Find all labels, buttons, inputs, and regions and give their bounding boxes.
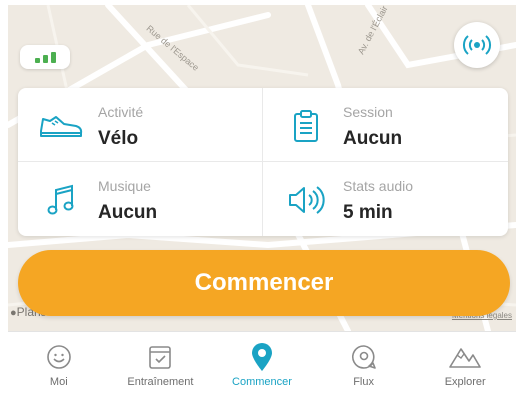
live-broadcast-icon [462,35,492,55]
music-setting[interactable]: Musique Aucun [18,162,263,236]
apple-logo-icon: ● [10,307,17,319]
workout-settings-panel: Activité Vélo Session Aucun Musique Aucu… [18,88,508,236]
tab-moi[interactable]: Moi [8,332,110,399]
audio-stats-label: Stats audio [343,178,414,194]
location-pin-icon [246,342,278,372]
audio-stats-value: 5 min [343,202,393,223]
speaker-icon [283,180,329,220]
music-note-icon [38,180,84,220]
tab-label: Explorer [444,376,486,388]
clipboard-icon [283,106,329,146]
audio-stats-setting[interactable]: Stats audio 5 min [263,162,508,236]
signal-bar [34,58,40,63]
checklist-icon [144,342,176,372]
tab-explorer[interactable]: Explorer [414,332,516,399]
activity-label: Activité [98,104,144,120]
gps-signal-badge [20,45,70,69]
session-value: Aucun [343,128,403,149]
session-label: Session [343,104,393,120]
tab-commencer[interactable]: Commencer [211,332,313,399]
chat-bubble-icon [348,342,380,372]
music-value: Aucun [98,202,158,223]
shoe-icon [38,106,84,146]
tab-label: Moi [49,376,68,388]
live-broadcast-button[interactable] [454,22,500,68]
start-workout-button[interactable]: Commencer [18,250,510,316]
tab-label: Commencer [232,376,292,388]
signal-bar [42,55,48,63]
tab-label: Entraînement [127,376,194,388]
tab-label: Flux [353,376,374,388]
tab-flux[interactable]: Flux [313,332,415,399]
bottom-tab-bar: Moi Entraînement Commencer Flux Explorer [8,331,516,399]
activity-value: Vélo [98,128,139,149]
mountains-icon [449,342,481,372]
session-setting[interactable]: Session Aucun [263,88,508,162]
activity-setting[interactable]: Activité Vélo [18,88,263,162]
smiley-icon [43,342,75,372]
tab-entrainement[interactable]: Entraînement [110,332,212,399]
signal-bar [50,52,56,63]
music-label: Musique [98,178,151,194]
